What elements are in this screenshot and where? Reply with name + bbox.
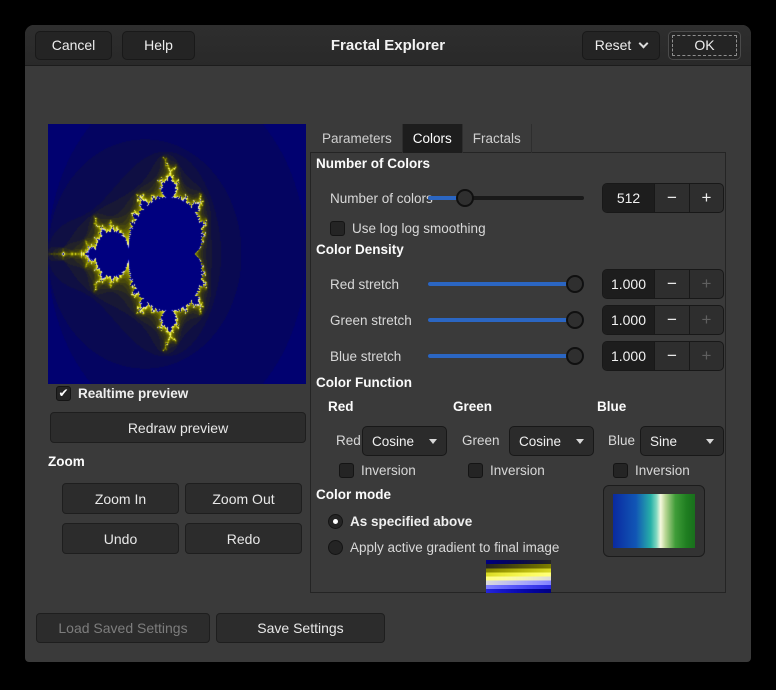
checkbox-empty-icon[interactable] [613, 463, 628, 478]
undo-button[interactable]: Undo [62, 523, 179, 554]
tab-parameters[interactable]: Parameters [312, 124, 403, 153]
reset-button[interactable]: Reset [582, 31, 660, 60]
blue-inversion-checkbox[interactable]: Inversion [613, 463, 690, 478]
red-function-dropdown[interactable]: Cosine [362, 426, 447, 456]
blue-channel-heading: Blue [597, 399, 626, 414]
number-of-colors-heading: Number of Colors [316, 156, 430, 171]
chevron-down-icon [639, 38, 649, 48]
dropdown-arrow-icon [706, 439, 714, 444]
tab-colors[interactable]: Colors [403, 124, 463, 153]
fractal-explorer-dialog: Cancel Help Fractal Explorer Reset OK ✔ … [25, 25, 751, 662]
ncolors-decrement-button[interactable]: − [655, 184, 689, 212]
checkbox-empty-icon[interactable] [468, 463, 483, 478]
gradient-preview-button[interactable] [603, 485, 705, 557]
loglog-smoothing-checkbox[interactable]: Use log log smoothing [330, 221, 486, 236]
help-button[interactable]: Help [122, 31, 195, 60]
green-stretch-decrement-button[interactable]: − [655, 306, 689, 334]
screen-background: Cancel Help Fractal Explorer Reset OK ✔ … [0, 0, 776, 690]
red-stretch-spinbutton: 1.000 − + [602, 269, 724, 299]
blue-stretch-value[interactable]: 1.000 [603, 342, 655, 370]
realtime-preview-checkbox[interactable]: ✔ Realtime preview [56, 386, 188, 401]
ncolors-increment-button[interactable]: + [689, 184, 723, 212]
green-function-dropdown[interactable]: Cosine [509, 426, 594, 456]
red-stretch-increment-button[interactable]: + [689, 270, 723, 298]
dropdown-arrow-icon [429, 439, 437, 444]
green-channel-heading: Green [453, 399, 492, 414]
ncolors-value[interactable]: 512 [603, 184, 655, 212]
redraw-preview-button[interactable]: Redraw preview [50, 412, 306, 443]
ok-button[interactable]: OK [668, 31, 741, 60]
checkbox-empty-icon[interactable] [330, 221, 345, 236]
blue-function-label: Blue [608, 433, 635, 448]
checkbox-empty-icon[interactable] [339, 463, 354, 478]
green-stretch-slider[interactable] [428, 311, 584, 329]
blue-stretch-increment-button[interactable]: + [689, 342, 723, 370]
radio-unselected-icon[interactable] [328, 540, 343, 555]
tab-bar: Parameters Colors Fractals [312, 124, 532, 153]
realtime-preview-label: Realtime preview [78, 386, 188, 401]
slider-handle[interactable] [566, 347, 584, 365]
dialog-title: Fractal Explorer [331, 37, 445, 54]
zoom-out-button[interactable]: Zoom Out [185, 483, 302, 514]
color-density-heading: Color Density [316, 242, 404, 257]
tab-fractals[interactable]: Fractals [463, 124, 532, 153]
red-inversion-checkbox[interactable]: Inversion [339, 463, 416, 478]
redo-button[interactable]: Redo [185, 523, 302, 554]
blue-stretch-slider[interactable] [428, 347, 584, 365]
titlebar[interactable]: Cancel Help Fractal Explorer Reset OK [25, 25, 751, 66]
green-function-label: Green [462, 433, 500, 448]
slider-handle[interactable] [456, 189, 474, 207]
blue-stretch-spinbutton: 1.000 − + [602, 341, 724, 371]
blue-stretch-label: Blue stretch [330, 349, 401, 364]
zoom-in-button[interactable]: Zoom In [62, 483, 179, 514]
fractal-preview[interactable] [48, 124, 306, 384]
load-saved-settings-button[interactable]: Load Saved Settings [36, 613, 210, 643]
color-mode-specified-radio[interactable]: As specified above [328, 514, 472, 529]
slider-handle[interactable] [566, 275, 584, 293]
cancel-button[interactable]: Cancel [35, 31, 112, 60]
dropdown-arrow-icon [576, 439, 584, 444]
gradient-swatch [613, 494, 695, 548]
red-stretch-label: Red stretch [330, 277, 399, 292]
green-stretch-value[interactable]: 1.000 [603, 306, 655, 334]
checkbox-check-icon[interactable]: ✔ [56, 386, 71, 401]
red-stretch-value[interactable]: 1.000 [603, 270, 655, 298]
radio-selected-icon[interactable] [328, 514, 343, 529]
blue-function-dropdown[interactable]: Sine [640, 426, 724, 456]
ncolors-slider[interactable] [428, 189, 584, 207]
red-channel-heading: Red [328, 399, 354, 414]
red-stretch-slider[interactable] [428, 275, 584, 293]
ncolors-spinbutton: 512 − + [602, 183, 724, 213]
green-stretch-spinbutton: 1.000 − + [602, 305, 724, 335]
green-stretch-label: Green stretch [330, 313, 412, 328]
colormap-preview [486, 560, 551, 593]
green-inversion-checkbox[interactable]: Inversion [468, 463, 545, 478]
slider-handle[interactable] [566, 311, 584, 329]
color-mode-gradient-radio[interactable]: Apply active gradient to final image [328, 540, 559, 555]
blue-stretch-decrement-button[interactable]: − [655, 342, 689, 370]
color-function-heading: Color Function [316, 375, 412, 390]
green-stretch-increment-button[interactable]: + [689, 306, 723, 334]
color-mode-heading: Color mode [316, 487, 391, 502]
red-stretch-decrement-button[interactable]: − [655, 270, 689, 298]
zoom-heading: Zoom [48, 454, 85, 469]
number-of-colors-label: Number of colors [330, 191, 433, 206]
save-settings-button[interactable]: Save Settings [216, 613, 385, 643]
red-function-label: Red [336, 433, 361, 448]
loglog-smoothing-label: Use log log smoothing [352, 221, 486, 236]
